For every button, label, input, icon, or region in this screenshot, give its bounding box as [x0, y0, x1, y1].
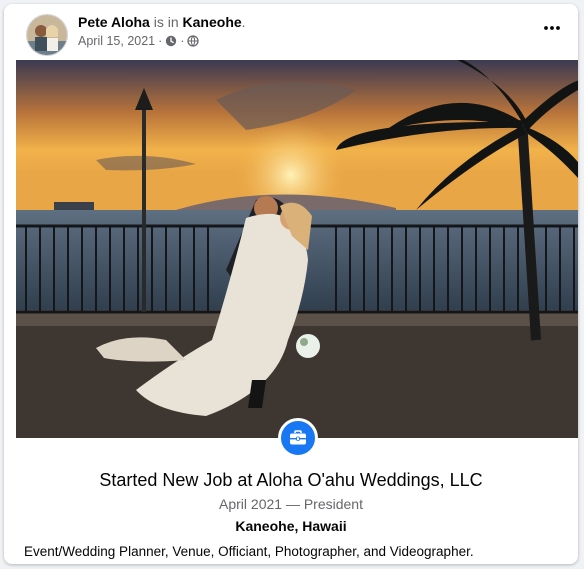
post-author-line: Pete Aloha is in Kaneohe.: [78, 14, 246, 30]
job-badge: [278, 418, 318, 458]
more-horizontal-icon: [544, 26, 560, 30]
life-event-location[interactable]: Kaneohe, Hawaii: [4, 518, 578, 534]
avatar[interactable]: [26, 14, 68, 56]
wedding-photo: [16, 60, 578, 438]
life-event-description: Event/Wedding Planner, Venue, Officiant,…: [24, 544, 474, 559]
avatar-image: [27, 15, 67, 55]
post-date-link[interactable]: April 15, 2021: [78, 34, 155, 48]
author-name-link[interactable]: Pete Aloha: [78, 14, 150, 30]
post-header: Pete Aloha is in Kaneohe. April 15, 2021…: [4, 4, 578, 60]
briefcase-icon: [290, 430, 306, 445]
post-card: Pete Aloha is in Kaneohe. April 15, 2021…: [4, 4, 578, 564]
clock-icon: [166, 35, 177, 47]
globe-icon[interactable]: [187, 35, 200, 47]
period: .: [241, 14, 246, 30]
life-event-date-role: April 2021 — President: [219, 496, 363, 512]
post-meta: April 15, 2021 · ·: [78, 34, 200, 48]
post-photo[interactable]: [16, 60, 578, 438]
life-event-title: Started New Job at Aloha O'ahu Weddings,…: [99, 470, 483, 490]
author-connector: is in: [153, 14, 179, 30]
more-options-button[interactable]: [538, 18, 566, 38]
meta-separator: ·: [158, 34, 163, 48]
meta-separator: ·: [180, 34, 185, 48]
location-link[interactable]: Kaneohe: [183, 14, 242, 30]
